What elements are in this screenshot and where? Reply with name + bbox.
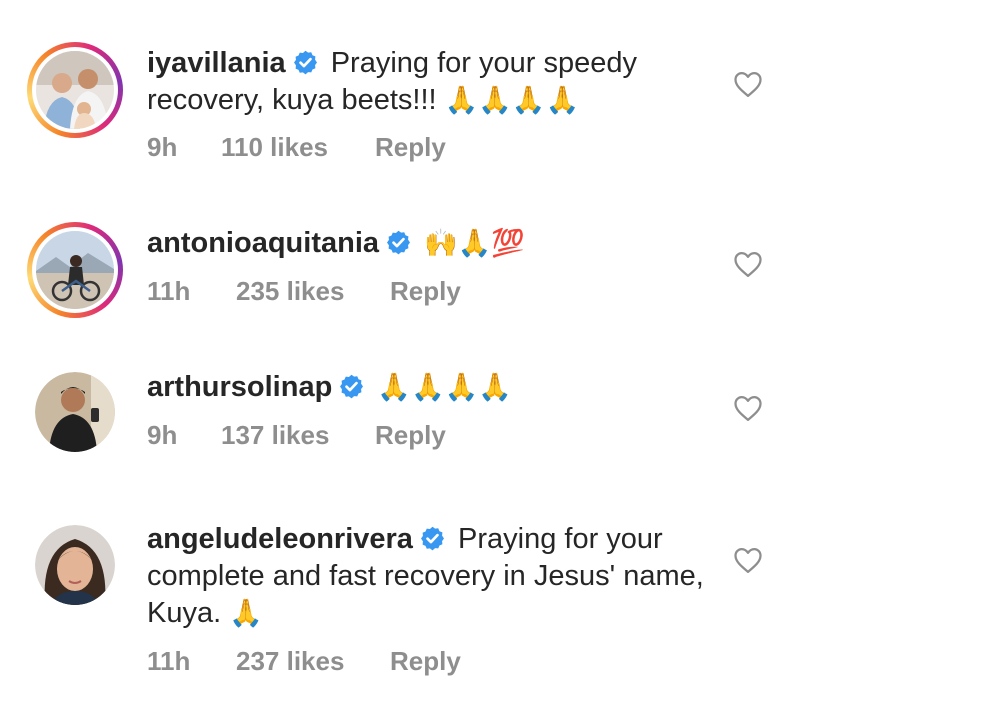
heart-outline-icon[interactable] [733,250,763,278]
heart-outline-icon[interactable] [733,546,763,574]
heart-outline-icon[interactable] [733,394,763,422]
comment-text-block: angeludeleonrivera Praying for your comp… [147,521,707,632]
comment-timestamp: 11h [147,276,191,306]
avatar [35,525,115,605]
avatar-wrap[interactable] [27,517,123,613]
avatar-image [35,525,115,605]
pray-emoji-icon: 🙏 [229,598,263,629]
comment-likes[interactable]: 110 likes [221,132,375,163]
comment-timestamp: 11h [147,646,191,676]
pray-emoji-icon: 🙏🙏🙏🙏 [444,85,580,116]
verified-badge-icon [420,526,444,551]
comment-meta: 11h 237 likes Reply [147,646,461,677]
reply-button[interactable]: Reply [375,132,446,163]
verified-badge-icon [293,50,317,75]
comment-username[interactable]: arthursolinap [147,371,332,403]
avatar-story-ring[interactable] [27,222,123,318]
reply-button[interactable]: Reply [390,646,461,677]
avatar-image [35,372,115,452]
reply-button[interactable]: Reply [390,276,461,307]
comment-username[interactable]: angeludeleonrivera [147,523,413,555]
comment-likes[interactable]: 237 likes [236,646,390,677]
pray-emoji-icon: 🙏🙏🙏🙏 [377,372,512,403]
comment-meta: 9h 137 likes Reply [147,420,446,451]
comment-likes[interactable]: 137 likes [221,420,375,451]
comment-timestamp: 9h [147,420,178,450]
avatar-wrap[interactable] [27,364,123,460]
avatar [35,372,115,452]
comment-username[interactable]: antonioaquitania [147,227,379,259]
comment-text-block: iyavillania Praying for your speedy reco… [147,45,707,119]
avatar-story-ring[interactable] [27,42,123,138]
comment-text-block: antonioaquitania 🙌🙏💯 [147,225,707,262]
heart-outline-icon[interactable] [733,70,763,98]
avatar-image [36,51,114,129]
comment-username[interactable]: iyavillania [147,47,286,79]
avatar [32,47,118,133]
avatar [32,227,118,313]
reply-button[interactable]: Reply [375,420,446,451]
comment-timestamp: 9h [147,132,178,162]
avatar-image [36,231,114,309]
comment-text-block: arthursolinap 🙏🙏🙏🙏 [147,369,707,406]
verified-badge-icon [340,374,364,399]
raised-hands-pray-hundred-emoji-icon: 🙌🙏💯 [424,228,525,259]
comment-meta: 11h 235 likes Reply [147,276,461,307]
comment-meta: 9h 110 likes Reply [147,132,446,163]
verified-badge-icon [387,230,410,255]
comment-likes[interactable]: 235 likes [236,276,390,307]
